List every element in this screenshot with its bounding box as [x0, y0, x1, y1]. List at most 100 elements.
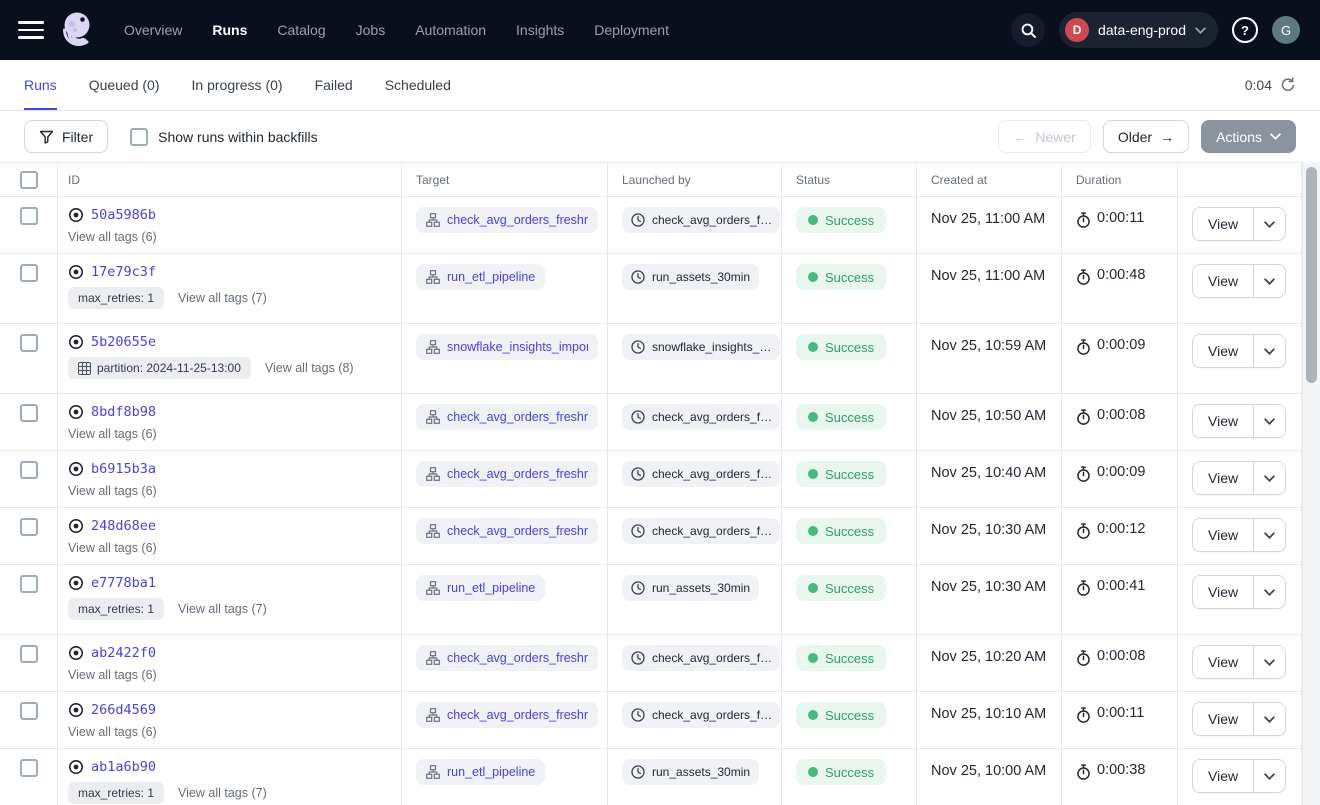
launched-by-pill[interactable]: check_avg_orders_f…	[622, 404, 780, 430]
target-pill[interactable]: run_etl_pipeline	[416, 759, 545, 785]
launched-by-pill[interactable]: run_assets_30min	[622, 759, 759, 785]
view-dropdown-button[interactable]	[1253, 646, 1285, 678]
older-button[interactable]: Older →	[1103, 120, 1189, 153]
view-dropdown-button[interactable]	[1253, 760, 1285, 792]
view-run-button[interactable]: View	[1193, 760, 1253, 792]
row-checkbox[interactable]	[20, 575, 38, 593]
tag-pill[interactable]: max_retries: 1	[68, 598, 164, 620]
tab-queued[interactable]: Queued (0)	[89, 60, 160, 110]
row-checkbox[interactable]	[20, 334, 38, 352]
launched-by-pill[interactable]: check_avg_orders_f…	[622, 461, 780, 487]
nav-automation[interactable]: Automation	[415, 22, 486, 38]
view-all-tags-link[interactable]: View all tags (6)	[68, 484, 157, 498]
target-pill[interactable]: run_etl_pipeline	[416, 264, 545, 290]
view-dropdown-button[interactable]	[1253, 405, 1285, 437]
tag-pill[interactable]: max_retries: 1	[68, 782, 164, 804]
row-checkbox[interactable]	[20, 702, 38, 720]
run-id-link[interactable]: 17e79c3f	[91, 264, 156, 280]
view-run-button[interactable]: View	[1193, 462, 1253, 494]
view-dropdown-button[interactable]	[1253, 703, 1285, 735]
view-run-button[interactable]: View	[1193, 208, 1253, 240]
run-id-link[interactable]: 5b20655e	[91, 334, 156, 350]
view-all-tags-link[interactable]: View all tags (6)	[68, 725, 157, 739]
view-all-tags-link[interactable]: View all tags (7)	[178, 291, 267, 305]
row-checkbox[interactable]	[20, 264, 38, 282]
user-avatar[interactable]: G	[1272, 16, 1300, 44]
newer-button[interactable]: ← Newer	[998, 120, 1090, 153]
view-all-tags-link[interactable]: View all tags (6)	[68, 541, 157, 555]
run-id-link[interactable]: b6915b3a	[91, 461, 156, 477]
nav-insights[interactable]: Insights	[516, 22, 564, 38]
nav-catalog[interactable]: Catalog	[277, 22, 325, 38]
view-dropdown-button[interactable]	[1253, 265, 1285, 297]
tag-pill[interactable]: partition: 2024-11-25-13:00	[68, 357, 251, 379]
view-dropdown-button[interactable]	[1253, 576, 1285, 608]
view-run-button[interactable]: View	[1193, 405, 1253, 437]
view-all-tags-link[interactable]: View all tags (6)	[68, 230, 157, 244]
launched-by-pill[interactable]: check_avg_orders_f…	[622, 702, 780, 728]
scrollbar-thumb[interactable]	[1306, 167, 1317, 383]
row-checkbox[interactable]	[20, 759, 38, 777]
hamburger-menu-icon[interactable]	[18, 21, 44, 39]
target-pill[interactable]: run_etl_pipeline	[416, 575, 545, 601]
row-checkbox[interactable]	[20, 518, 38, 536]
dagster-logo-icon[interactable]	[58, 10, 98, 50]
view-run-button[interactable]: View	[1193, 576, 1253, 608]
tab-failed[interactable]: Failed	[315, 60, 353, 110]
view-run-button[interactable]: View	[1193, 703, 1253, 735]
help-button[interactable]: ?	[1232, 17, 1258, 43]
view-all-tags-link[interactable]: View all tags (7)	[178, 786, 267, 800]
launched-by-pill[interactable]: check_avg_orders_f…	[622, 207, 780, 233]
target-pill[interactable]: snowflake_insights_import	[416, 334, 598, 360]
view-all-tags-link[interactable]: View all tags (8)	[265, 361, 354, 375]
filter-button[interactable]: Filter	[24, 120, 108, 153]
view-dropdown-button[interactable]	[1253, 208, 1285, 240]
view-dropdown-button[interactable]	[1253, 519, 1285, 551]
run-id-link[interactable]: 248d68ee	[91, 518, 156, 534]
launched-by-pill[interactable]: check_avg_orders_f…	[622, 645, 780, 671]
run-id-link[interactable]: 266d4569	[91, 702, 156, 718]
run-id-link[interactable]: ab2422f0	[91, 645, 156, 661]
view-run-button[interactable]: View	[1193, 335, 1253, 367]
view-dropdown-button[interactable]	[1253, 335, 1285, 367]
target-pill[interactable]: check_avg_orders_freshne	[416, 404, 598, 430]
launched-by-pill[interactable]: run_assets_30min	[622, 575, 759, 601]
scrollbar-track[interactable]	[1302, 162, 1320, 805]
target-pill[interactable]: check_avg_orders_freshne	[416, 518, 598, 544]
view-all-tags-link[interactable]: View all tags (6)	[68, 668, 157, 682]
backfills-checkbox[interactable]	[130, 128, 148, 146]
nav-runs[interactable]: Runs	[212, 22, 247, 38]
launched-by-pill[interactable]: run_assets_30min	[622, 264, 759, 290]
run-id-link[interactable]: 50a5986b	[91, 207, 156, 223]
target-pill[interactable]: check_avg_orders_freshne	[416, 702, 598, 728]
row-checkbox[interactable]	[20, 207, 38, 225]
view-all-tags-link[interactable]: View all tags (6)	[68, 427, 157, 441]
view-dropdown-button[interactable]	[1253, 462, 1285, 494]
refresh-icon[interactable]	[1280, 77, 1296, 93]
nav-deployment[interactable]: Deployment	[594, 22, 669, 38]
target-pill[interactable]: check_avg_orders_freshne	[416, 207, 598, 233]
row-checkbox[interactable]	[20, 645, 38, 663]
launched-by-pill[interactable]: check_avg_orders_f…	[622, 518, 780, 544]
nav-overview[interactable]: Overview	[124, 22, 182, 38]
search-button[interactable]	[1011, 13, 1045, 47]
row-checkbox[interactable]	[20, 404, 38, 422]
view-run-button[interactable]: View	[1193, 519, 1253, 551]
workspace-switcher[interactable]: D data-eng-prod	[1059, 12, 1218, 48]
tab-runs[interactable]: Runs	[24, 60, 57, 110]
actions-button[interactable]: Actions	[1201, 120, 1296, 153]
view-run-button[interactable]: View	[1193, 265, 1253, 297]
tab-scheduled[interactable]: Scheduled	[385, 60, 451, 110]
target-pill[interactable]: check_avg_orders_freshne	[416, 461, 598, 487]
view-all-tags-link[interactable]: View all tags (7)	[178, 602, 267, 616]
launched-by-pill[interactable]: snowflake_insights_…	[622, 334, 780, 360]
view-run-button[interactable]: View	[1193, 646, 1253, 678]
nav-jobs[interactable]: Jobs	[356, 22, 386, 38]
target-pill[interactable]: check_avg_orders_freshne	[416, 645, 598, 671]
run-id-link[interactable]: ab1a6b90	[91, 759, 156, 775]
row-checkbox[interactable]	[20, 461, 38, 479]
run-id-link[interactable]: e7778ba1	[91, 575, 156, 591]
tag-pill[interactable]: max_retries: 1	[68, 287, 164, 309]
run-id-link[interactable]: 8bdf8b98	[91, 404, 156, 420]
select-all-checkbox[interactable]	[20, 171, 38, 189]
